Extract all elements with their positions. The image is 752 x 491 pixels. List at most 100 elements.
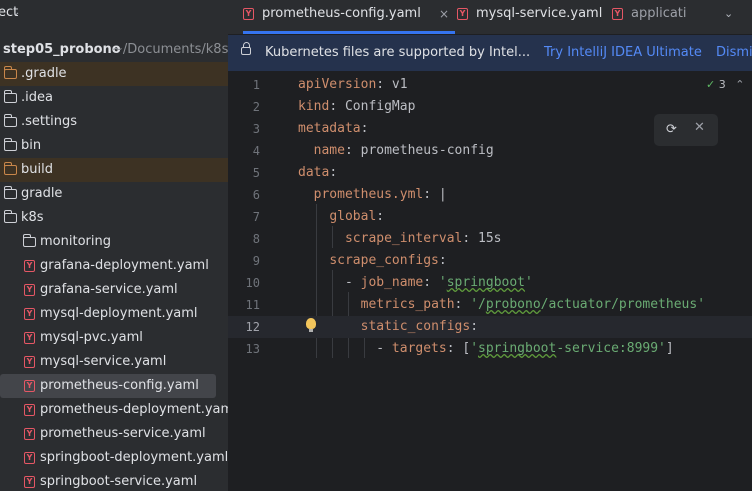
tree-item-label: prometheus-service.yaml (40, 426, 206, 441)
tree-item-build[interactable]: build (0, 158, 228, 182)
code-line: 9 scrape_configs: (228, 250, 752, 272)
tabs-overflow-chevron-icon[interactable]: ⌄ (724, 0, 733, 28)
line-number: 9 (252, 254, 260, 268)
line-number: 7 (252, 210, 260, 224)
tree-item-k8s[interactable]: k8s (0, 206, 228, 230)
tree-item-label: .idea (21, 90, 53, 105)
tree-item-label: .settings (21, 114, 77, 129)
yaml-file-icon: Y (24, 308, 35, 320)
code-line: 13 - targets: ['springboot-service:8999'… (228, 338, 752, 360)
lock-icon (241, 42, 251, 55)
tree-item-file[interactable]: Y grafana-service.yaml (0, 278, 228, 302)
tree-item-settings[interactable]: .settings (0, 110, 228, 134)
folder-icon (4, 162, 17, 175)
tree-item-label: grafana-deployment.yaml (40, 258, 209, 273)
dismiss-link[interactable]: Dismis (716, 35, 752, 71)
line-number: 13 (245, 342, 260, 356)
line-number: 11 (245, 298, 260, 312)
code-text: name: prometheus-config (313, 143, 494, 158)
tree-item-label: mysql-pvc.yaml (40, 330, 143, 345)
yaml-file-icon: Y (612, 8, 623, 20)
tree-item-label: springboot-deployment.yaml (40, 450, 228, 465)
tree-item-label: mysql-service.yaml (40, 354, 167, 369)
tree-item-file[interactable]: Y mysql-deployment.yaml (0, 302, 228, 326)
tree-item-file[interactable]: Y grafana-deployment.yaml (0, 254, 228, 278)
code-line: 1 apiVersion: v1 (228, 74, 752, 96)
line-number: 8 (252, 232, 260, 246)
yaml-file-icon: Y (24, 476, 35, 488)
project-root[interactable]: step05_probono ~/Documents/k8s- (0, 38, 228, 62)
tab-label: prometheus-config.yaml (262, 6, 421, 21)
tree-item-label: build (21, 162, 53, 177)
code-text: scrape_configs: (329, 253, 447, 268)
close-icon[interactable]: × (439, 0, 449, 28)
folder-icon (4, 114, 17, 127)
tab-label: mysql-service.yaml (476, 6, 603, 21)
line-number: 12 (245, 320, 260, 334)
tree-item-monitoring[interactable]: monitoring (0, 230, 228, 254)
tree-item-file[interactable]: Y springboot-service.yaml (0, 470, 228, 491)
code-text: apiVersion: v1 (298, 77, 408, 92)
code-text: static_configs: (360, 319, 479, 334)
tab-mysql-service[interactable]: Y mysql-service.yaml (457, 0, 617, 34)
folder-icon (4, 90, 17, 103)
code-text: metrics_path: '/probono/actuator/prometh… (360, 297, 706, 312)
notification-banner: Kubernetes files are supported by Intel.… (228, 35, 752, 71)
code-line: 5 data: (228, 162, 752, 184)
yaml-file-icon: Y (243, 8, 254, 20)
editor-tabs: Y prometheus-config.yaml × Y mysql-servi… (228, 0, 752, 35)
code-text: metadata: (298, 121, 369, 136)
tree-item-label: bin (21, 138, 42, 153)
code-text: scrape_interval: 15s (344, 231, 502, 246)
tree-item-label: springboot-service.yaml (40, 474, 198, 489)
tree-item-file[interactable]: Y mysql-service.yaml (0, 350, 228, 374)
project-header[interactable]: ect ⌄ (0, 0, 228, 26)
code-line: 8 scrape_interval: 15s (228, 228, 752, 250)
tree-item-idea[interactable]: .idea (0, 86, 228, 110)
line-number: 10 (245, 276, 260, 290)
tree-item-bin[interactable]: bin (0, 134, 228, 158)
tree-item-label: k8s (21, 210, 44, 225)
banner-message: Kubernetes files are supported by Intel.… (265, 45, 531, 60)
code-line: 10 - job_name: 'springboot' (228, 272, 752, 294)
floating-toolbar: ⟳ ✕ (654, 114, 718, 146)
yaml-file-icon: Y (24, 332, 35, 344)
try-ultimate-link[interactable]: Try IntelliJ IDEA Ultimate (544, 35, 702, 71)
sync-icon[interactable]: ⟳ (666, 122, 677, 137)
code-line: 11 metrics_path: '/probono/actuator/prom… (228, 294, 752, 316)
tree-item-file-selected[interactable]: Y prometheus-config.yaml (0, 374, 216, 398)
yaml-file-icon: Y (24, 380, 35, 392)
tree-item-file[interactable]: Y prometheus-deployment.yaml (0, 398, 228, 422)
tab-prometheus-config[interactable]: Y prometheus-config.yaml × (243, 0, 455, 34)
tree-item-label: monitoring (40, 234, 111, 249)
line-number: 6 (252, 188, 260, 202)
tree-item-label: gradle (21, 186, 63, 201)
yaml-file-icon: Y (24, 404, 35, 416)
yaml-file-icon: Y (457, 8, 468, 20)
code-text: - job_name: 'springboot' (298, 275, 533, 290)
folder-icon (4, 138, 17, 151)
code-text: data: (298, 165, 338, 180)
line-number: 3 (252, 122, 260, 136)
project-root-name: step05_probono (3, 42, 121, 57)
code-line: 7 global: (228, 206, 752, 228)
line-number: 2 (252, 100, 260, 114)
line-number: 5 (252, 166, 260, 180)
tab-application[interactable]: Y applicati (612, 0, 722, 34)
tree-item-gradle-cache[interactable]: .gradle (0, 62, 228, 86)
code-line: 6 prometheus.yml: | (228, 184, 752, 206)
tree-item-file[interactable]: Y mysql-pvc.yaml (0, 326, 228, 350)
tree-item-gradle[interactable]: gradle (0, 182, 228, 206)
line-number: 4 (252, 144, 260, 158)
lightbulb-icon[interactable] (306, 318, 316, 332)
folder-icon (4, 66, 17, 79)
tree-item-file[interactable]: Y prometheus-service.yaml (0, 422, 228, 446)
yaml-file-icon: Y (24, 356, 35, 368)
chevron-down-icon[interactable]: ⌄ (12, 0, 20, 26)
tree-item-file[interactable]: Y springboot-deployment.yaml (0, 446, 228, 470)
tree-item-label: prometheus-config.yaml (40, 378, 199, 393)
code-text: global: (329, 209, 385, 224)
close-icon[interactable]: ✕ (694, 120, 705, 135)
yaml-file-icon: Y (24, 428, 35, 440)
tree-item-label: .gradle (21, 66, 67, 81)
